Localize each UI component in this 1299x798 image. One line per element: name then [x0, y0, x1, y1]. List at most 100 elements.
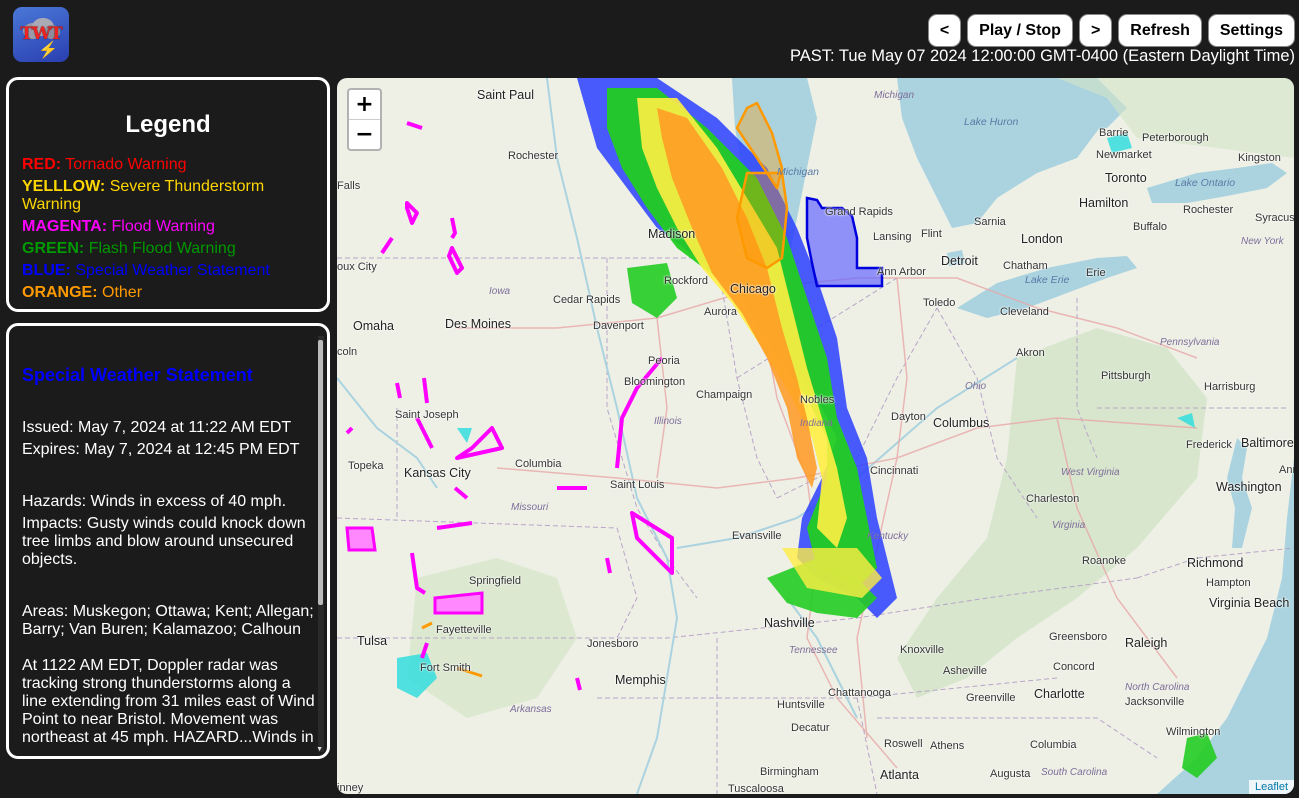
- city-label: Jonesboro: [587, 638, 639, 650]
- city-label: Barrie: [1099, 127, 1129, 139]
- city-label: Dayton: [891, 411, 926, 423]
- city-label: Peterborough: [1142, 132, 1209, 144]
- city-label: Fayetteville: [436, 624, 492, 636]
- city-label: Knoxville: [900, 644, 945, 656]
- alert-content: Special Weather Statement Issued: May 7,…: [22, 326, 315, 756]
- city-label: Richmond: [1187, 556, 1244, 570]
- city-label: Lansing: [873, 231, 912, 243]
- state-label: Ohio: [965, 381, 987, 392]
- state-label: Kentucky: [867, 531, 909, 542]
- city-label: Frederick: [1186, 439, 1232, 451]
- state-label: Virginia: [1052, 520, 1086, 531]
- alert-info-panel[interactable]: Special Weather Statement Issued: May 7,…: [6, 323, 330, 759]
- city-label: Decatur: [791, 722, 830, 734]
- city-label: Huntsville: [777, 699, 825, 711]
- city-label: Newmarket: [1096, 149, 1152, 161]
- city-label: Birmingham: [760, 766, 819, 778]
- city-label: Augusta: [990, 768, 1031, 780]
- city-label: Akron: [1016, 347, 1045, 359]
- legend-key: ORANGE:: [22, 284, 98, 301]
- legend-key: YELLLOW:: [22, 178, 106, 195]
- city-label: Kansas City: [404, 466, 471, 480]
- city-label: Chattanooga: [828, 687, 891, 699]
- playback-controls: < Play / Stop > Refresh Settings: [927, 14, 1295, 47]
- city-label: Chatham: [1003, 260, 1048, 272]
- zoom-out-button[interactable]: −: [349, 119, 380, 149]
- alert-title: Special Weather Statement: [22, 365, 253, 385]
- prev-button[interactable]: <: [927, 14, 962, 47]
- city-label: Rochester: [508, 150, 559, 162]
- city-label: coln: [337, 346, 358, 358]
- city-label: Peoria: [648, 355, 680, 367]
- legend-item: BLUE: Special Weather Statement: [22, 262, 327, 280]
- legend-item: RED: Tornado Warning: [22, 156, 327, 174]
- city-label: Charlotte: [1034, 687, 1085, 701]
- app-logo: TWT ⚡: [13, 7, 69, 62]
- city-label: inney: [337, 782, 364, 794]
- city-label: Washington: [1216, 480, 1282, 494]
- play-stop-button[interactable]: Play / Stop: [967, 14, 1073, 47]
- state-label: Missouri: [511, 502, 549, 513]
- city-label: Virginia Beach: [1209, 596, 1290, 610]
- city-label: Atlanta: [880, 768, 919, 782]
- city-label: Greenville: [966, 692, 1016, 704]
- city-label: Champaign: [696, 389, 753, 401]
- city-label: Chicago: [730, 282, 776, 296]
- city-label: Cedar Rapids: [553, 294, 621, 306]
- state-label: Arkansas: [510, 704, 552, 715]
- city-label: Springfield: [469, 575, 521, 587]
- water-label: Lake Huron: [964, 116, 1019, 128]
- legend-item: ORANGE: Other: [22, 284, 327, 302]
- city-label: Saint Paul: [477, 88, 534, 102]
- city-label: Rockford: [664, 275, 709, 287]
- state-label: Illinois: [654, 416, 682, 427]
- city-label: Erie: [1086, 267, 1106, 279]
- refresh-button[interactable]: Refresh: [1118, 14, 1202, 47]
- city-label: Harrisburg: [1204, 381, 1256, 393]
- timestamp: PAST: Tue May 07 2024 12:00:00 GMT-0400 …: [789, 47, 1295, 65]
- scrollbar-thumb[interactable]: [318, 340, 323, 605]
- settings-button[interactable]: Settings: [1207, 14, 1295, 47]
- city-label: Nashville: [764, 616, 815, 630]
- city-label: Toronto: [1105, 171, 1147, 185]
- city-label: Columbus: [933, 416, 990, 430]
- scroll-down-icon[interactable]: ▼: [316, 746, 323, 753]
- legend-label: Special Weather Statement: [75, 262, 270, 279]
- atlantic-ocean: [1157, 458, 1294, 794]
- city-label: Memphis: [615, 673, 666, 687]
- city-label: Columbia: [1030, 739, 1077, 751]
- city-label: Roanoke: [1082, 555, 1127, 567]
- city-label: Toledo: [923, 297, 956, 309]
- next-button[interactable]: >: [1078, 14, 1113, 47]
- city-label: Topeka: [348, 460, 384, 472]
- city-label: Pittsburgh: [1101, 370, 1151, 382]
- city-label: Bloomington: [624, 376, 686, 388]
- water-label: Michigan: [777, 166, 820, 178]
- zoom-in-button[interactable]: +: [349, 90, 380, 119]
- legend-key: RED:: [22, 156, 62, 173]
- water-label: Lake Erie: [1025, 274, 1070, 286]
- city-label: Rochester: [1183, 204, 1234, 216]
- legend-label: Other: [102, 284, 143, 301]
- state-label: Iowa: [489, 286, 511, 297]
- alert-hazards: Hazards: Winds in excess of 40 mph.: [22, 493, 287, 510]
- alert-areas: Areas: Muskegon; Ottawa; Kent; Allegan; …: [22, 603, 314, 638]
- radar-map[interactable]: + − Leaflet Lake Huron Lake Ontario Lake…: [337, 78, 1294, 794]
- city-label: Annap: [1279, 464, 1294, 476]
- city-label: Madison: [648, 227, 696, 241]
- city-label: Jacksonville: [1125, 696, 1185, 708]
- alert-issued: Issued: May 7, 2024 at 11:22 AM EDT: [22, 419, 292, 436]
- city-label: Hamilton: [1079, 196, 1129, 210]
- state-label: West Virginia: [1061, 467, 1120, 478]
- city-label: Detroit: [941, 254, 978, 268]
- city-label: Aurora: [704, 306, 738, 318]
- city-label: Falls: [337, 180, 361, 192]
- map-attribution[interactable]: Leaflet: [1248, 780, 1294, 794]
- alert-description: At 1122 AM EDT, Doppler radar was tracki…: [22, 657, 315, 746]
- city-label: Saint Joseph: [395, 409, 459, 421]
- legend-label: Flash Flood Warning: [88, 240, 236, 257]
- city-label: oux City: [337, 261, 377, 273]
- city-label: Cleveland: [1000, 306, 1049, 318]
- city-label: Saint Louis: [610, 479, 665, 491]
- state-label: Pennsylvania: [1160, 337, 1220, 348]
